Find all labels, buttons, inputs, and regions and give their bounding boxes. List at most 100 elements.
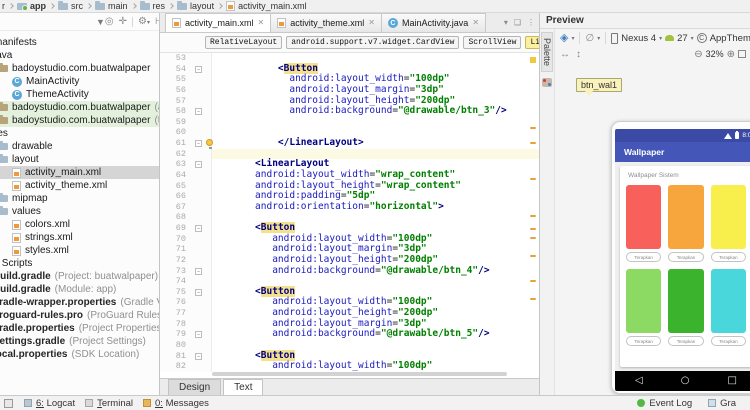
tree-item[interactable]: res <box>0 127 159 140</box>
tree-item[interactable]: mipmap <box>0 192 159 205</box>
code-line[interactable]: </LinearLayout> <box>212 138 539 149</box>
tree-item[interactable]: gradle-wrapper.properties(Gradle Version… <box>0 296 159 309</box>
close-icon[interactable]: ✕ <box>368 19 375 27</box>
zoom-fit-icon[interactable] <box>738 50 746 58</box>
chevron-down-icon[interactable]: ▾ <box>691 35 694 42</box>
tree-item[interactable]: colors.xml <box>0 218 159 231</box>
scroll-from-source-icon[interactable]: ◎ <box>105 16 114 27</box>
tree-item[interactable]: proguard-rules.pro(ProGuard Rules for ap… <box>0 309 159 322</box>
file-status-marker[interactable] <box>530 57 536 63</box>
breadcrumb-item[interactable]: app <box>17 1 46 11</box>
tree-item[interactable]: build.gradle(Module: app) <box>0 283 159 296</box>
tree-item[interactable]: local.properties(SDK Location) <box>0 348 159 361</box>
tree-item[interactable]: layout <box>0 153 159 166</box>
tree-item[interactable]: manifests <box>0 36 159 49</box>
tree-item[interactable]: badoystudio.com.buatwalpaper(androidTest… <box>0 101 159 114</box>
statusbar-item-event-log[interactable]: Event Log <box>637 398 692 409</box>
tag-breadcrumb-chip[interactable]: LinearLayout <box>525 36 539 49</box>
tree-item[interactable]: badoystudio.com.buatwalpaper(test) <box>0 114 159 127</box>
tool-window-corner-icon[interactable] <box>4 399 13 408</box>
breadcrumb-item[interactable]: r <box>2 1 5 11</box>
warning-stripe-mark[interactable] <box>530 255 536 257</box>
api-selector[interactable]: 27 <box>677 33 688 44</box>
palette-icon[interactable] <box>542 78 552 87</box>
fold-marker-icon[interactable]: – <box>195 268 202 275</box>
device-phone-icon[interactable] <box>611 33 618 44</box>
warning-stripe-mark[interactable] <box>530 215 536 217</box>
tab-text[interactable]: Text <box>223 379 263 395</box>
statusbar-item-logcat[interactable]: 6: Logcat <box>24 398 75 409</box>
editor-tab[interactable]: MainActivity.java✕ <box>381 13 486 32</box>
theme-selector[interactable]: AppTheme <box>710 33 750 44</box>
close-icon[interactable]: ✕ <box>258 19 265 27</box>
code-line[interactable] <box>212 340 539 351</box>
code-line[interactable]: android:layout_width="100dp" <box>212 361 539 372</box>
tree-item[interactable]: MainActivity <box>0 75 159 88</box>
breadcrumb-item[interactable]: activity_main.xml <box>226 1 307 11</box>
breadcrumb-item[interactable]: layout <box>177 1 214 11</box>
fold-marker-icon[interactable]: – <box>195 161 202 168</box>
tab-palette[interactable]: Palette <box>541 32 553 72</box>
split-editor-icon[interactable]: ❏ <box>514 18 521 27</box>
code-line[interactable] <box>212 117 539 128</box>
statusbar-item-messages[interactable]: 0: Messages <box>143 398 209 409</box>
tree-item[interactable]: gradle.properties(Project Properties) <box>0 322 159 335</box>
warning-stripe-mark[interactable] <box>530 298 536 300</box>
tag-breadcrumb-chip[interactable]: android.support.v7.widget.CardView <box>286 36 459 49</box>
code-editor[interactable]: 5354–55565758–596061–6263–646566676869–7… <box>160 53 539 372</box>
resize-vertical-icon[interactable]: ↕ <box>576 49 581 60</box>
tree-item[interactable]: badoystudio.com.buatwalpaper <box>0 62 159 75</box>
scrollbar-thumb[interactable] <box>212 372 507 376</box>
tag-breadcrumb-chip[interactable]: RelativeLayout <box>205 36 282 49</box>
statusbar-item-gradle-console[interactable]: Gra <box>708 398 736 409</box>
code-lines[interactable]: <Button android:layout_width="100dp" and… <box>212 53 539 372</box>
collapse-all-icon[interactable]: ✛ <box>119 16 127 27</box>
tree-item[interactable]: styles.xml <box>0 244 159 257</box>
device-screen[interactable]: 8:00 Wallpaper Wallpaper Sistem Terapkan… <box>615 129 750 391</box>
tree-item[interactable]: build.gradle(Project: buatwalpaper) <box>0 270 159 283</box>
editor-tab[interactable]: activity_main.xml✕ <box>165 13 271 32</box>
warning-stripe-mark[interactable] <box>530 178 536 180</box>
chevron-down-icon[interactable]: ▾ <box>504 18 508 27</box>
tree-item[interactable]: Gradle Scripts <box>0 257 159 270</box>
code-line[interactable]: android:background="@drawable/btn_3"/> <box>212 106 539 117</box>
fold-marker-icon[interactable]: – <box>195 331 202 338</box>
orientation-layers-icon[interactable]: ◈ <box>560 33 568 44</box>
tree-item[interactable]: activity_main.xml <box>0 166 159 179</box>
tree-item[interactable]: activity_theme.xml <box>0 179 159 192</box>
fold-marker-icon[interactable]: – <box>195 140 202 147</box>
tag-breadcrumb-chip[interactable]: ScrollView <box>463 36 521 49</box>
tree-item[interactable]: strings.xml <box>0 231 159 244</box>
code-line[interactable]: android:orientation="horizontal"> <box>212 202 539 213</box>
statusbar-item-terminal[interactable]: Terminal <box>85 398 133 409</box>
chevron-down-icon[interactable]: ▾ <box>597 35 600 42</box>
settings-gear-icon[interactable]: ⚙▾ <box>138 16 150 27</box>
resize-horizontal-icon[interactable]: ↔ <box>560 49 570 60</box>
breadcrumb-item[interactable]: res <box>140 1 166 11</box>
fold-marker-icon[interactable]: – <box>195 108 202 115</box>
code-line[interactable]: android:background="@drawable/btn_5"/> <box>212 329 539 340</box>
close-icon[interactable]: ✕ <box>472 19 479 27</box>
fold-marker-icon[interactable]: – <box>195 353 202 360</box>
code-line[interactable]: android:background="@drawable/btn_4"/> <box>212 266 539 277</box>
tree-item[interactable]: ThemeActivity <box>0 88 159 101</box>
warning-stripe-mark[interactable] <box>530 280 536 282</box>
project-view-chevron-down-icon[interactable]: ▼ <box>96 17 105 27</box>
zoom-out-icon[interactable]: ⊖ <box>694 49 702 60</box>
fold-marker-icon[interactable]: – <box>195 225 202 232</box>
night-mode-icon[interactable]: ∅ <box>585 33 594 44</box>
breadcrumb-item[interactable]: main <box>95 1 128 11</box>
warning-stripe-mark[interactable] <box>530 142 536 144</box>
fold-marker-icon[interactable]: – <box>195 289 202 296</box>
chevron-down-icon[interactable]: ▾ <box>571 35 574 42</box>
breadcrumb-item[interactable]: src <box>58 1 83 11</box>
warning-stripe-mark[interactable] <box>530 127 536 129</box>
tree-item[interactable]: values <box>0 205 159 218</box>
tab-design[interactable]: Design <box>168 379 221 395</box>
more-options-icon[interactable]: ⋮ <box>527 18 535 27</box>
warning-stripe-mark[interactable] <box>530 237 536 239</box>
tree-item[interactable]: settings.gradle(Project Settings) <box>0 335 159 348</box>
editor-tab[interactable]: activity_theme.xml✕ <box>270 13 382 32</box>
tree-item[interactable]: java <box>0 49 159 62</box>
zoom-in-icon[interactable]: ⊕ <box>727 49 735 60</box>
